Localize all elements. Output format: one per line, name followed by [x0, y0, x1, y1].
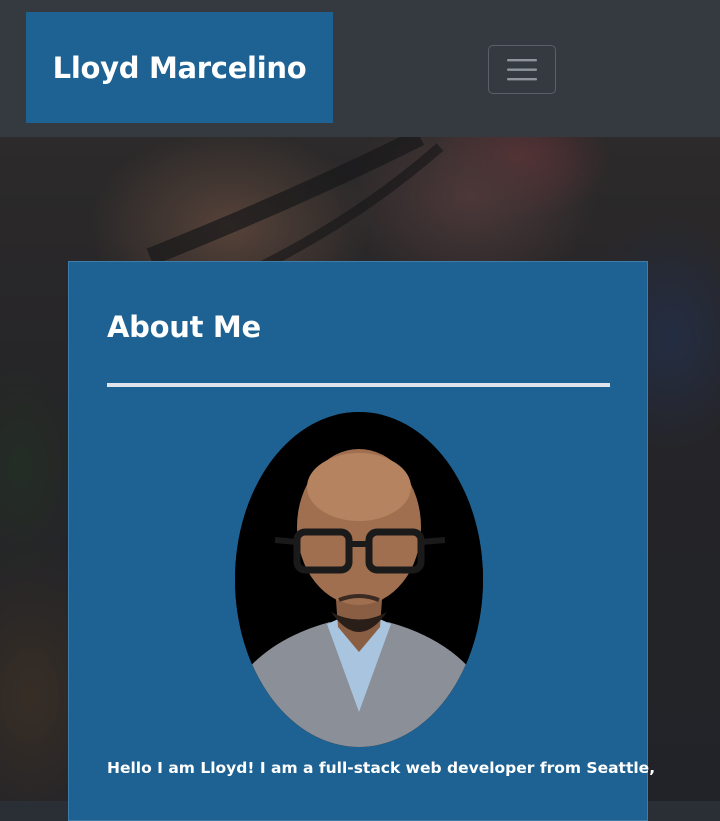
- profile-photo: [235, 412, 483, 747]
- title-divider: [107, 383, 610, 387]
- about-title: About Me: [107, 310, 261, 344]
- brand-link[interactable]: Lloyd Marcelino: [26, 12, 333, 123]
- hamburger-menu-icon: [507, 59, 537, 81]
- navbar: Lloyd Marcelino: [0, 0, 720, 137]
- about-card: About Me Hello I am Lloyd! I am a full-s…: [68, 261, 656, 821]
- intro-text: Hello I am Lloyd! I am a full-stack web …: [107, 759, 656, 777]
- menu-toggle-button[interactable]: [488, 45, 556, 94]
